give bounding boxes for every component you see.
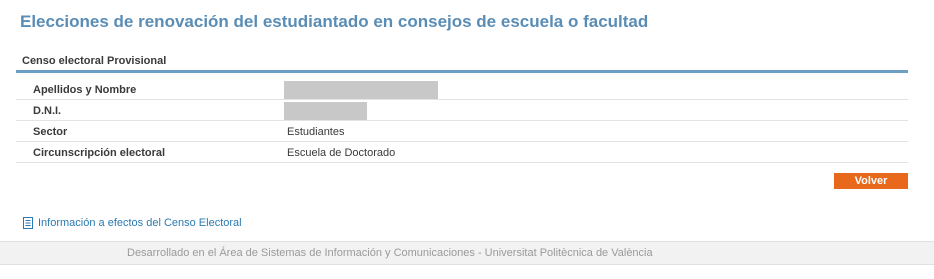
row-label: D.N.I. (33, 105, 62, 117)
row-apellidos-nombre: Apellidos y Nombre (16, 79, 908, 100)
redacted-dni-value (284, 102, 367, 120)
voter-info-table: Apellidos y Nombre D.N.I. Sector Estudia… (16, 79, 908, 163)
censo-info-link[interactable]: Información a efectos del Censo Electora… (23, 217, 242, 229)
section-title: Censo electoral Provisional (22, 55, 167, 67)
row-dni: D.N.I. (16, 100, 908, 121)
row-label: Circunscripción electoral (33, 147, 166, 159)
page-title: Elecciones de renovación del estudiantad… (20, 12, 649, 31)
row-label: Apellidos y Nombre (33, 84, 137, 96)
row-circunscripcion: Circunscripción electoral Escuela de Doc… (16, 142, 908, 163)
redacted-name-value (284, 81, 438, 99)
footer: Desarrollado en el Área de Sistemas de I… (0, 241, 934, 265)
volver-button[interactable]: Volver (834, 173, 908, 189)
row-label: Sector (33, 126, 68, 138)
section-header: Censo electoral Provisional (16, 53, 908, 73)
row-value: Escuela de Doctorado (287, 147, 396, 159)
row-value: Estudiantes (287, 126, 345, 138)
footer-text: Desarrollado en el Área de Sistemas de I… (127, 247, 653, 259)
document-icon (23, 217, 33, 229)
row-sector: Sector Estudiantes (16, 121, 908, 142)
info-link-label: Información a efectos del Censo Electora… (38, 217, 242, 229)
